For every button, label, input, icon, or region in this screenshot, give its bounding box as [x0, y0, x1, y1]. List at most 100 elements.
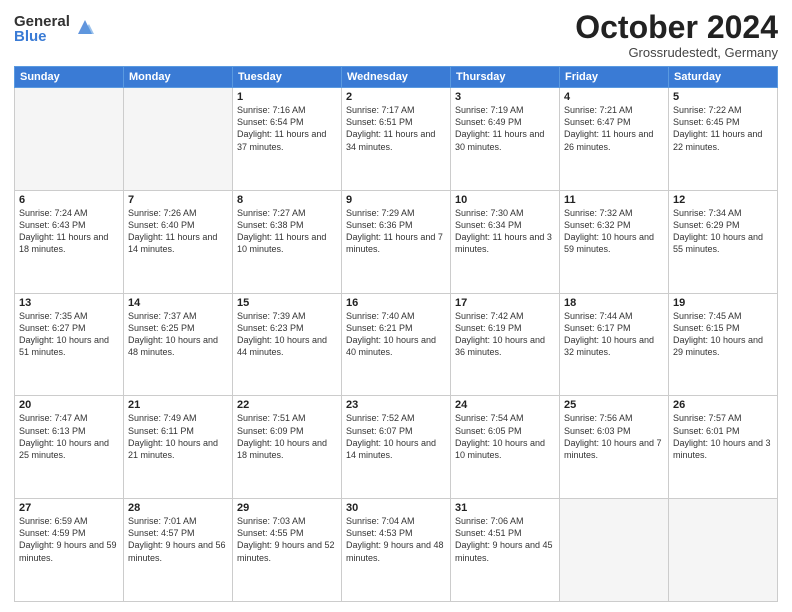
day-cell: 3Sunrise: 7:19 AM Sunset: 6:49 PM Daylig…	[451, 88, 560, 191]
day-info: Sunrise: 7:30 AM Sunset: 6:34 PM Dayligh…	[455, 207, 555, 256]
day-number: 16	[346, 297, 446, 309]
day-cell	[560, 499, 669, 602]
col-wednesday: Wednesday	[342, 67, 451, 88]
day-cell: 16Sunrise: 7:40 AM Sunset: 6:21 PM Dayli…	[342, 293, 451, 396]
day-cell: 17Sunrise: 7:42 AM Sunset: 6:19 PM Dayli…	[451, 293, 560, 396]
day-info: Sunrise: 7:35 AM Sunset: 6:27 PM Dayligh…	[19, 310, 119, 359]
day-info: Sunrise: 7:37 AM Sunset: 6:25 PM Dayligh…	[128, 310, 228, 359]
day-number: 30	[346, 502, 446, 514]
day-cell: 6Sunrise: 7:24 AM Sunset: 6:43 PM Daylig…	[15, 190, 124, 293]
col-saturday: Saturday	[669, 67, 778, 88]
col-sunday: Sunday	[15, 67, 124, 88]
day-cell: 18Sunrise: 7:44 AM Sunset: 6:17 PM Dayli…	[560, 293, 669, 396]
logo: General Blue	[14, 14, 96, 44]
day-cell: 9Sunrise: 7:29 AM Sunset: 6:36 PM Daylig…	[342, 190, 451, 293]
day-cell: 14Sunrise: 7:37 AM Sunset: 6:25 PM Dayli…	[124, 293, 233, 396]
day-number: 2	[346, 91, 446, 103]
day-info: Sunrise: 7:44 AM Sunset: 6:17 PM Dayligh…	[564, 310, 664, 359]
day-number: 29	[237, 502, 337, 514]
day-cell: 23Sunrise: 7:52 AM Sunset: 6:07 PM Dayli…	[342, 396, 451, 499]
week-row-1: 6Sunrise: 7:24 AM Sunset: 6:43 PM Daylig…	[15, 190, 778, 293]
day-info: Sunrise: 7:47 AM Sunset: 6:13 PM Dayligh…	[19, 412, 119, 461]
day-info: Sunrise: 7:51 AM Sunset: 6:09 PM Dayligh…	[237, 412, 337, 461]
day-number: 18	[564, 297, 664, 309]
week-row-3: 20Sunrise: 7:47 AM Sunset: 6:13 PM Dayli…	[15, 396, 778, 499]
day-number: 20	[19, 399, 119, 411]
day-info: Sunrise: 7:03 AM Sunset: 4:55 PM Dayligh…	[237, 515, 337, 564]
title-block: October 2024 Grossrudestedt, Germany	[575, 10, 778, 60]
day-info: Sunrise: 7:34 AM Sunset: 6:29 PM Dayligh…	[673, 207, 773, 256]
col-tuesday: Tuesday	[233, 67, 342, 88]
day-number: 22	[237, 399, 337, 411]
day-info: Sunrise: 7:49 AM Sunset: 6:11 PM Dayligh…	[128, 412, 228, 461]
week-row-0: 1Sunrise: 7:16 AM Sunset: 6:54 PM Daylig…	[15, 88, 778, 191]
day-cell: 28Sunrise: 7:01 AM Sunset: 4:57 PM Dayli…	[124, 499, 233, 602]
day-number: 26	[673, 399, 773, 411]
day-cell	[15, 88, 124, 191]
day-number: 27	[19, 502, 119, 514]
day-cell: 7Sunrise: 7:26 AM Sunset: 6:40 PM Daylig…	[124, 190, 233, 293]
day-info: Sunrise: 7:19 AM Sunset: 6:49 PM Dayligh…	[455, 104, 555, 153]
day-cell: 20Sunrise: 7:47 AM Sunset: 6:13 PM Dayli…	[15, 396, 124, 499]
day-info: Sunrise: 7:40 AM Sunset: 6:21 PM Dayligh…	[346, 310, 446, 359]
day-cell: 26Sunrise: 7:57 AM Sunset: 6:01 PM Dayli…	[669, 396, 778, 499]
day-info: Sunrise: 7:39 AM Sunset: 6:23 PM Dayligh…	[237, 310, 337, 359]
day-info: Sunrise: 7:57 AM Sunset: 6:01 PM Dayligh…	[673, 412, 773, 461]
week-row-4: 27Sunrise: 6:59 AM Sunset: 4:59 PM Dayli…	[15, 499, 778, 602]
day-cell: 11Sunrise: 7:32 AM Sunset: 6:32 PM Dayli…	[560, 190, 669, 293]
day-info: Sunrise: 7:24 AM Sunset: 6:43 PM Dayligh…	[19, 207, 119, 256]
day-number: 9	[346, 194, 446, 206]
location: Grossrudestedt, Germany	[575, 45, 778, 60]
day-cell: 22Sunrise: 7:51 AM Sunset: 6:09 PM Dayli…	[233, 396, 342, 499]
day-number: 11	[564, 194, 664, 206]
header: General Blue October 2024 Grossrudestedt…	[14, 10, 778, 60]
day-cell: 5Sunrise: 7:22 AM Sunset: 6:45 PM Daylig…	[669, 88, 778, 191]
day-number: 15	[237, 297, 337, 309]
day-info: Sunrise: 7:17 AM Sunset: 6:51 PM Dayligh…	[346, 104, 446, 153]
day-number: 10	[455, 194, 555, 206]
day-info: Sunrise: 7:06 AM Sunset: 4:51 PM Dayligh…	[455, 515, 555, 564]
day-cell: 12Sunrise: 7:34 AM Sunset: 6:29 PM Dayli…	[669, 190, 778, 293]
day-cell: 31Sunrise: 7:06 AM Sunset: 4:51 PM Dayli…	[451, 499, 560, 602]
day-cell	[669, 499, 778, 602]
day-cell: 1Sunrise: 7:16 AM Sunset: 6:54 PM Daylig…	[233, 88, 342, 191]
day-number: 21	[128, 399, 228, 411]
day-number: 13	[19, 297, 119, 309]
day-info: Sunrise: 7:56 AM Sunset: 6:03 PM Dayligh…	[564, 412, 664, 461]
day-number: 23	[346, 399, 446, 411]
day-cell: 15Sunrise: 7:39 AM Sunset: 6:23 PM Dayli…	[233, 293, 342, 396]
day-cell: 8Sunrise: 7:27 AM Sunset: 6:38 PM Daylig…	[233, 190, 342, 293]
day-cell: 24Sunrise: 7:54 AM Sunset: 6:05 PM Dayli…	[451, 396, 560, 499]
day-info: Sunrise: 7:45 AM Sunset: 6:15 PM Dayligh…	[673, 310, 773, 359]
header-row: Sunday Monday Tuesday Wednesday Thursday…	[15, 67, 778, 88]
logo-blue-text: Blue	[14, 29, 70, 44]
day-info: Sunrise: 7:16 AM Sunset: 6:54 PM Dayligh…	[237, 104, 337, 153]
day-info: Sunrise: 7:26 AM Sunset: 6:40 PM Dayligh…	[128, 207, 228, 256]
day-number: 4	[564, 91, 664, 103]
day-number: 6	[19, 194, 119, 206]
calendar: Sunday Monday Tuesday Wednesday Thursday…	[14, 66, 778, 602]
day-number: 19	[673, 297, 773, 309]
day-info: Sunrise: 7:32 AM Sunset: 6:32 PM Dayligh…	[564, 207, 664, 256]
day-info: Sunrise: 7:27 AM Sunset: 6:38 PM Dayligh…	[237, 207, 337, 256]
day-info: Sunrise: 7:52 AM Sunset: 6:07 PM Dayligh…	[346, 412, 446, 461]
day-number: 17	[455, 297, 555, 309]
day-info: Sunrise: 7:29 AM Sunset: 6:36 PM Dayligh…	[346, 207, 446, 256]
day-cell: 4Sunrise: 7:21 AM Sunset: 6:47 PM Daylig…	[560, 88, 669, 191]
day-number: 7	[128, 194, 228, 206]
day-number: 31	[455, 502, 555, 514]
day-cell: 30Sunrise: 7:04 AM Sunset: 4:53 PM Dayli…	[342, 499, 451, 602]
logo-general-text: General	[14, 14, 70, 29]
day-cell	[124, 88, 233, 191]
col-thursday: Thursday	[451, 67, 560, 88]
day-number: 5	[673, 91, 773, 103]
day-info: Sunrise: 7:42 AM Sunset: 6:19 PM Dayligh…	[455, 310, 555, 359]
day-cell: 10Sunrise: 7:30 AM Sunset: 6:34 PM Dayli…	[451, 190, 560, 293]
day-number: 24	[455, 399, 555, 411]
day-cell: 25Sunrise: 7:56 AM Sunset: 6:03 PM Dayli…	[560, 396, 669, 499]
day-cell: 27Sunrise: 6:59 AM Sunset: 4:59 PM Dayli…	[15, 499, 124, 602]
col-monday: Monday	[124, 67, 233, 88]
col-friday: Friday	[560, 67, 669, 88]
month-title: October 2024	[575, 10, 778, 45]
day-number: 25	[564, 399, 664, 411]
